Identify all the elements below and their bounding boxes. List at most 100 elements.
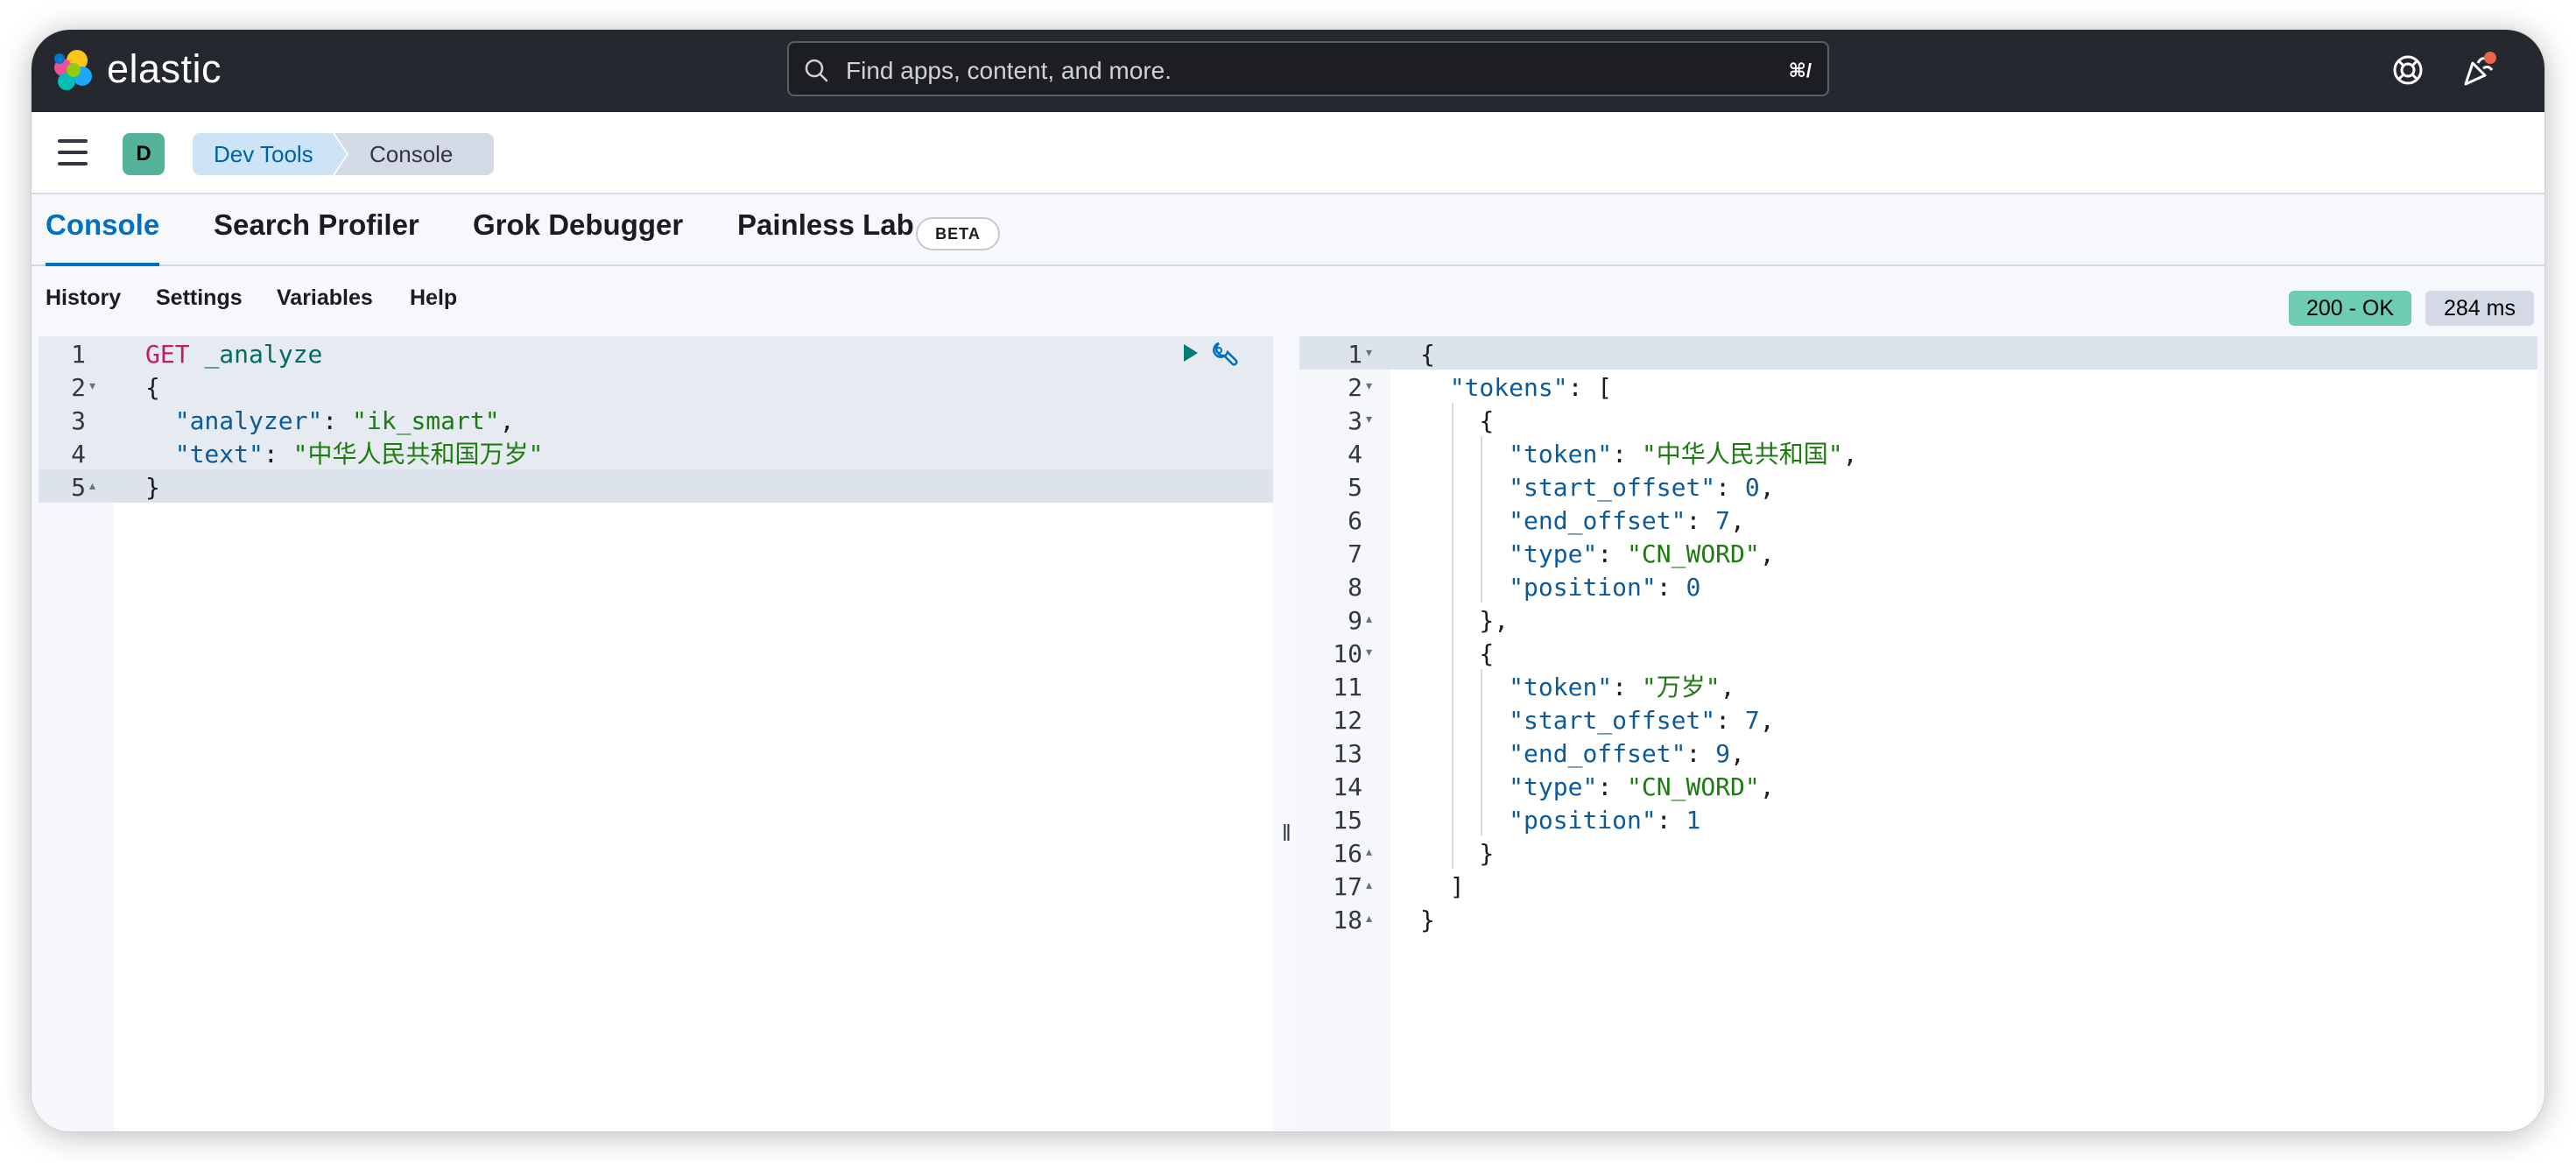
code-token: 7 <box>1744 706 1760 735</box>
code-token: : <box>1597 772 1628 801</box>
dev-tools-tabs: Console Search Profiler Grok Debugger Pa… <box>32 194 2544 266</box>
global-search-input[interactable]: Find apps, content, and more. ⌘/ <box>787 41 1829 96</box>
code-token: : <box>1686 506 1716 535</box>
wrench-icon[interactable] <box>1210 338 1242 370</box>
line-number: 6 <box>1348 506 1362 535</box>
code-token: 1 <box>1686 806 1701 835</box>
request-editor[interactable]: 1 2 ▾ 3 4 5 ▴ GET _analyze{ "analyzer": "ik_sm… <box>39 336 1273 1131</box>
variables-button[interactable]: Variables <box>277 285 373 311</box>
fold-close-icon[interactable]: ▴ <box>1366 911 1372 926</box>
code-token: : <box>263 440 293 469</box>
code-line[interactable]: "position": 0 <box>1420 571 1700 604</box>
line-number: 15 <box>1333 806 1362 835</box>
code-line[interactable]: { <box>1420 405 1494 438</box>
tab-painless-lab[interactable]: Painless Lab <box>737 208 914 266</box>
code-token: "CN_WORD" <box>1627 772 1760 801</box>
fold-open-icon[interactable]: ▾ <box>1366 412 1372 426</box>
code-token: "end_offset" <box>1509 506 1686 535</box>
code-line[interactable]: } <box>145 471 160 504</box>
breadcrumb-dev-tools[interactable]: Dev Tools <box>193 133 347 175</box>
hamburger-menu-icon[interactable] <box>58 139 88 166</box>
line-number: 14 <box>1333 772 1362 801</box>
tab-console[interactable]: Console <box>46 208 160 266</box>
code-line[interactable]: "text": "中华人民共和国万岁" <box>145 438 544 471</box>
code-token: : <box>1612 673 1642 701</box>
fold-close-icon[interactable]: ▴ <box>1366 878 1372 892</box>
fold-open-icon[interactable]: ▾ <box>1366 645 1372 659</box>
code-token: { <box>145 373 160 402</box>
code-token: "start_offset" <box>1509 473 1716 502</box>
code-token: "中华人民共和国万岁" <box>292 440 544 469</box>
help-icon[interactable] <box>2389 51 2427 89</box>
history-button[interactable]: History <box>46 285 121 311</box>
elastic-logo-icon <box>54 50 92 90</box>
code-token: "start_offset" <box>1509 706 1716 735</box>
code-line[interactable]: "position": 1 <box>1420 804 1700 837</box>
code-token: { <box>1420 639 1495 668</box>
code-token: } <box>1420 839 1495 868</box>
code-line[interactable]: { <box>145 371 160 405</box>
code-token: "ik_smart" <box>352 406 500 435</box>
code-line[interactable]: "end_offset": 9, <box>1420 737 1745 771</box>
browser-window: elastic Find apps, content, and more. ⌘/ <box>32 30 2544 1131</box>
code-token: , <box>1720 673 1735 701</box>
code-token: "end_offset" <box>1509 739 1686 768</box>
space-avatar[interactable]: D <box>123 133 165 175</box>
pane-resizer[interactable]: ‖ <box>1273 336 1299 1131</box>
line-number: 16 <box>1333 839 1362 868</box>
code-line[interactable]: } <box>1420 904 1435 937</box>
code-line[interactable]: { <box>1420 338 1435 371</box>
code-token: , <box>1759 772 1775 801</box>
code-token: }, <box>1420 606 1510 635</box>
code-token: , <box>1759 473 1775 502</box>
fold-open-icon[interactable]: ▾ <box>1366 345 1372 360</box>
code-token: ] <box>1420 872 1465 901</box>
help-button[interactable]: Help <box>410 285 457 311</box>
fold-close-icon[interactable]: ▴ <box>1366 844 1372 859</box>
elastic-logo[interactable]: elastic <box>51 46 222 92</box>
code-line[interactable]: GET _analyze <box>145 338 322 371</box>
code-token: "position" <box>1509 573 1657 602</box>
code-line[interactable]: "start_offset": 7, <box>1420 704 1774 737</box>
code-line[interactable]: "start_offset": 0, <box>1420 471 1775 504</box>
fold-close-icon[interactable]: ▴ <box>89 478 95 493</box>
code-line[interactable]: "analyzer": "ik_smart", <box>145 405 515 438</box>
code-line[interactable]: { <box>1420 638 1494 671</box>
newsfeed-icon[interactable] <box>2459 51 2497 89</box>
code-line[interactable]: ] <box>1420 870 1465 904</box>
code-line[interactable]: }, <box>1420 604 1509 638</box>
play-icon[interactable] <box>1177 340 1203 366</box>
fold-close-icon[interactable]: ▴ <box>1366 611 1372 626</box>
line-number: 17 <box>1333 872 1362 901</box>
settings-button[interactable]: Settings <box>156 285 243 311</box>
code-line[interactable]: "token": "万岁", <box>1420 671 1735 704</box>
line-number: 2 <box>1348 373 1362 402</box>
code-line[interactable]: "type": "CN_WORD", <box>1420 771 1775 804</box>
code-line[interactable]: "token": "中华人民共和国", <box>1420 438 1857 471</box>
code-token: "tokens" <box>1449 373 1568 402</box>
global-header: elastic Find apps, content, and more. ⌘/ <box>32 30 2544 112</box>
code-line[interactable]: "type": "CN_WORD", <box>1420 538 1774 571</box>
code-token: "token" <box>1509 673 1613 701</box>
code-token: "token" <box>1509 440 1613 469</box>
code-token: 0 <box>1686 573 1701 602</box>
code-line[interactable]: "tokens": [ <box>1420 371 1612 405</box>
tab-search-profiler[interactable]: Search Profiler <box>214 208 419 266</box>
code-token: : <box>322 406 353 435</box>
code-token: 7 <box>1715 506 1731 535</box>
code-line[interactable]: } <box>1420 837 1494 870</box>
fold-open-icon[interactable]: ▾ <box>1366 378 1372 393</box>
code-line[interactable]: "end_offset": 7, <box>1420 504 1745 538</box>
code-token: "position" <box>1509 806 1657 835</box>
tab-grok-debugger[interactable]: Grok Debugger <box>473 208 683 266</box>
resize-handle-icon[interactable]: ‖ <box>1282 820 1292 847</box>
line-number: 10 <box>1333 639 1362 668</box>
search-placeholder: Find apps, content, and more. <box>846 57 1172 84</box>
fold-open-icon[interactable]: ▾ <box>89 378 95 393</box>
response-editor[interactable]: 1 ▾ 2 ▾ 3 ▾ 4 5 6 7 8 9 ▴ 10 ▾ 11 12 13 14 15 16 ▴ 17 ▴ 18 ▴ { "t… <box>1299 336 2537 1131</box>
